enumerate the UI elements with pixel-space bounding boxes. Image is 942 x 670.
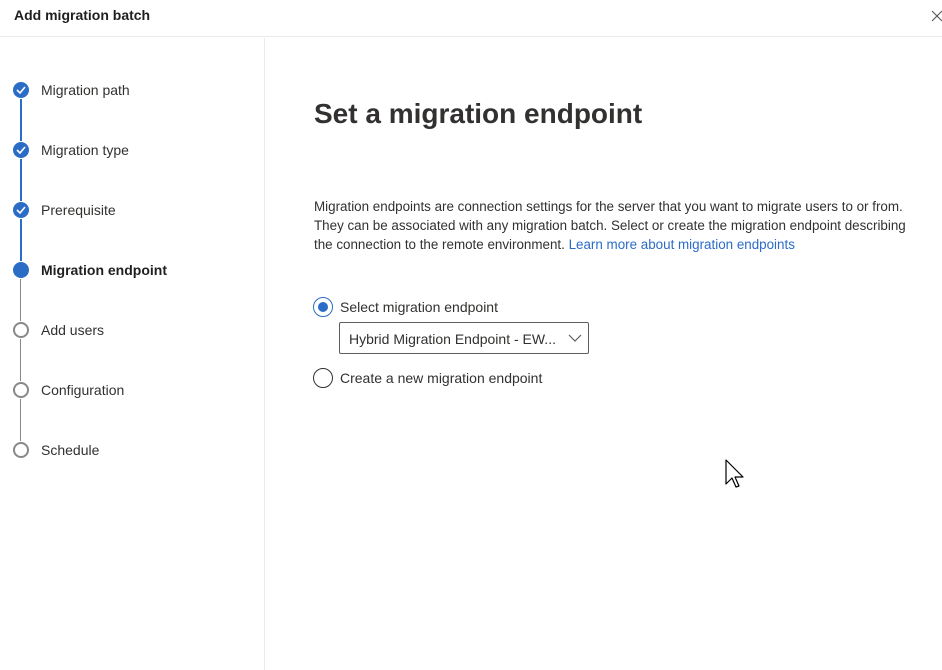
step-connector xyxy=(20,159,22,201)
step-schedule[interactable]: Schedule xyxy=(13,441,253,459)
step-label: Migration path xyxy=(41,82,130,98)
mouse-pointer-icon xyxy=(725,459,744,488)
step-label: Configuration xyxy=(41,382,125,398)
radio-selected-icon[interactable] xyxy=(313,297,333,317)
current-step-dot-icon xyxy=(13,262,29,278)
radio-label: Create a new migration endpoint xyxy=(340,370,543,386)
create-endpoint-option[interactable]: Create a new migration endpoint xyxy=(313,368,553,388)
step-configuration[interactable]: Configuration xyxy=(13,381,253,399)
step-migration-endpoint[interactable]: Migration endpoint xyxy=(13,261,253,279)
step-label: Add users xyxy=(41,322,105,338)
radio-label: Select migration endpoint xyxy=(340,299,498,315)
step-connector xyxy=(20,339,21,381)
panel-header: Add migration batch xyxy=(0,0,942,37)
panel-title: Add migration batch xyxy=(14,7,151,23)
empty-circle-icon xyxy=(13,322,29,338)
checkmark-icon xyxy=(13,142,29,158)
description-text: Migration endpoints are connection setti… xyxy=(314,197,914,254)
close-icon xyxy=(931,10,942,22)
step-add-users[interactable]: Add users xyxy=(13,321,253,339)
learn-more-link[interactable]: Learn more about migration endpoints xyxy=(569,237,795,252)
wizard-steps-sidebar: Migration path Migration type Prerequisi… xyxy=(0,38,265,670)
step-migration-path[interactable]: Migration path xyxy=(13,81,253,99)
step-label: Migration type xyxy=(41,142,129,158)
empty-circle-icon xyxy=(13,382,29,398)
endpoint-dropdown[interactable]: Hybrid Migration Endpoint - EW... xyxy=(339,322,589,354)
dropdown-selected-value: Hybrid Migration Endpoint - EW... xyxy=(349,331,556,347)
step-connector xyxy=(20,399,21,441)
empty-circle-icon xyxy=(13,442,29,458)
step-connector xyxy=(20,219,22,261)
step-prerequisite[interactable]: Prerequisite xyxy=(13,201,253,219)
step-label: Prerequisite xyxy=(41,202,116,218)
step-label: Schedule xyxy=(41,442,100,458)
chevron-down-icon xyxy=(568,334,582,342)
checkmark-icon xyxy=(13,202,29,218)
close-button[interactable] xyxy=(930,6,942,24)
page-title: Set a migration endpoint xyxy=(314,98,643,129)
checkmark-icon xyxy=(13,82,29,98)
step-migration-type[interactable]: Migration type xyxy=(13,141,253,159)
step-connector xyxy=(20,279,21,321)
radio-unselected-icon[interactable] xyxy=(313,368,333,388)
select-endpoint-option[interactable]: Select migration endpoint xyxy=(313,297,533,317)
step-label: Migration endpoint xyxy=(41,262,167,278)
step-connector xyxy=(20,99,22,141)
